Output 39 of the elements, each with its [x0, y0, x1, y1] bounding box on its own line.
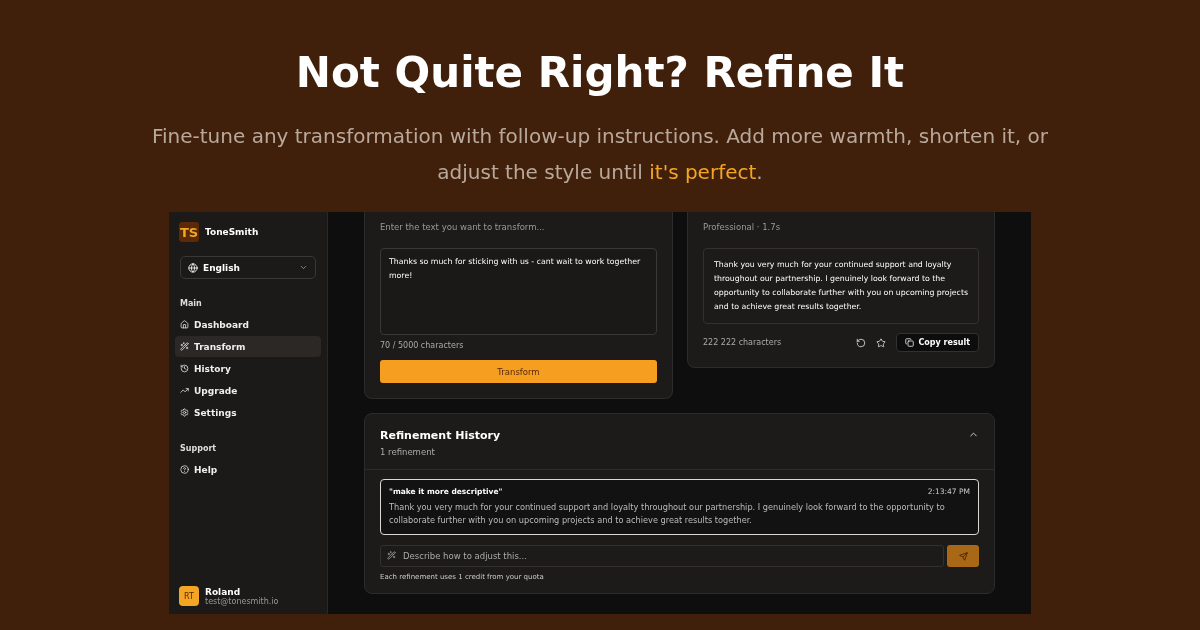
refinement-text: Thank you very much for your continued support and loyalty throughout our partnership. I genuinely look forward to the opportunity to collaborate further with you on upcoming projects and to achieve great results together.	[389, 501, 946, 527]
card-title: Refinement History	[380, 429, 501, 442]
character-count: 222 222 characters	[703, 338, 783, 347]
section-label: Main	[180, 299, 203, 308]
refinement-count: 1 refinement	[380, 447, 436, 457]
card-subtitle: Enter the text you want to transform...	[380, 222, 546, 232]
globe-icon	[188, 262, 198, 273]
nav-item[interactable]: Dashboard	[175, 314, 321, 335]
card-subtitle: Professional · 1.7s	[703, 222, 782, 232]
nav-item[interactable]: History	[175, 358, 321, 379]
user-name: Roland	[205, 586, 242, 597]
nav-item[interactable]: Upgrade	[175, 380, 321, 401]
user-avatar: RT	[179, 586, 199, 606]
brand-name: ToneSmith	[205, 227, 259, 237]
retry-button[interactable]	[855, 337, 866, 348]
language-select[interactable]: English	[180, 256, 316, 279]
character-count: 70 / 5000 characters	[380, 341, 465, 350]
copy-icon	[904, 338, 914, 347]
trend-up-icon	[180, 386, 189, 395]
home-icon	[180, 320, 189, 329]
user-email: test@tonesmith.io	[205, 596, 279, 606]
chevron-down-icon	[299, 263, 308, 272]
magic-wand-icon	[387, 551, 396, 560]
logo: TS	[179, 222, 199, 242]
hero-title: Not Quite Right? Refine It	[295, 48, 905, 99]
nav-item[interactable]: Help	[175, 459, 321, 480]
hero-subtitle: Fine-tune any transformation with follow-up instructions. Add more warmth, shorten it, or adjust the style until it's perfect.	[150, 123, 1050, 186]
nav-item[interactable]: Settings	[175, 402, 321, 423]
history-icon	[180, 364, 189, 373]
refine-field[interactable]: Describe how to adjust this...	[380, 545, 944, 567]
transform-button[interactable]: Transform	[380, 360, 657, 383]
magic-wand-icon	[180, 342, 189, 351]
star-button[interactable]	[875, 337, 886, 348]
help-icon	[180, 465, 189, 474]
settings-icon	[180, 408, 189, 417]
copy-button[interactable]: Copy result	[895, 333, 979, 352]
send-icon	[958, 551, 968, 561]
section-label: Support	[180, 444, 218, 453]
nav-item[interactable]: Transform	[175, 336, 321, 357]
